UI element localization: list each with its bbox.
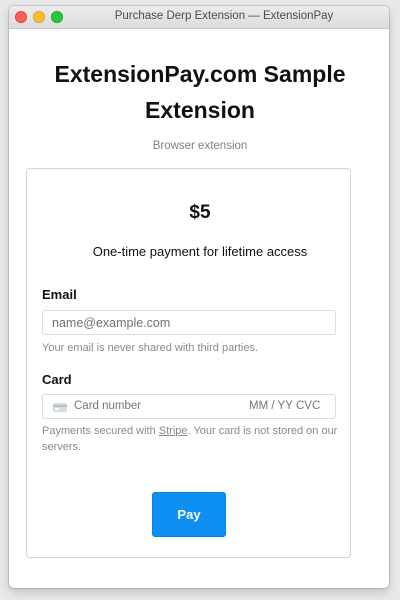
title-bar: Purchase Derp Extension — ExtensionPay bbox=[9, 6, 389, 29]
card-cvc-input[interactable]: CVC bbox=[296, 400, 320, 412]
window-title: Purchase Derp Extension — ExtensionPay bbox=[114, 10, 334, 22]
close-window-button[interactable] bbox=[15, 11, 27, 23]
email-label: Email bbox=[42, 287, 77, 302]
card-label: Card bbox=[42, 372, 72, 387]
credit-card-icon bbox=[53, 403, 67, 412]
page-subtitle: Browser extension bbox=[152, 140, 248, 152]
card-number-input[interactable]: Card number bbox=[74, 400, 141, 412]
price-description: One-time payment for lifetime access bbox=[92, 244, 308, 259]
card-help-text: Payments secured with Stripe. Your card … bbox=[42, 423, 342, 455]
page-title: ExtensionPay.com Sample Extension bbox=[54, 61, 346, 123]
card-help-prefix: Payments secured with bbox=[42, 425, 159, 437]
minimize-window-button[interactable] bbox=[33, 11, 45, 23]
stripe-link[interactable]: Stripe bbox=[159, 425, 188, 437]
email-help-text: Your email is never shared with third pa… bbox=[42, 342, 259, 354]
email-field-wrapper bbox=[42, 310, 336, 335]
card-expiry-input[interactable]: MM / YY bbox=[249, 400, 293, 412]
email-field[interactable] bbox=[52, 312, 322, 333]
price: $5 bbox=[189, 202, 211, 223]
pay-button[interactable]: Pay bbox=[152, 492, 226, 537]
maximize-window-button[interactable] bbox=[51, 11, 63, 23]
card-field[interactable]: Card number MM / YY CVC bbox=[42, 394, 336, 419]
